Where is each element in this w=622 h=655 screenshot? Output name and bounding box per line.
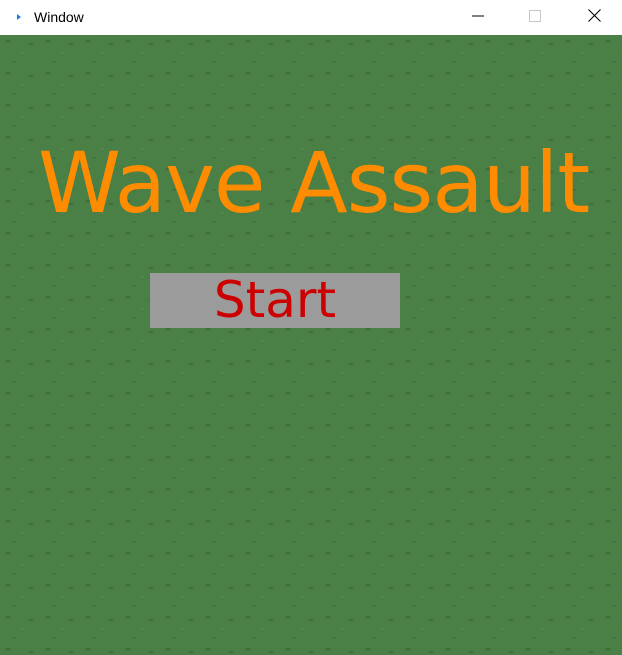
- minimize-icon: [472, 9, 484, 27]
- maximize-icon: [529, 9, 541, 27]
- window-title: Window: [34, 9, 84, 25]
- start-button-label: Start: [213, 271, 337, 329]
- start-button[interactable]: Start: [150, 273, 400, 328]
- close-icon: [587, 8, 601, 27]
- game-canvas: Wave Assault Start: [0, 35, 622, 655]
- close-button[interactable]: [571, 0, 617, 35]
- app-icon: [15, 13, 23, 21]
- game-title: Wave Assault: [38, 134, 590, 232]
- title-bar[interactable]: Window: [0, 0, 622, 35]
- maximize-button[interactable]: [512, 0, 558, 35]
- app-window: Window Wave Assault Start: [0, 0, 622, 655]
- minimize-button[interactable]: [455, 0, 501, 35]
